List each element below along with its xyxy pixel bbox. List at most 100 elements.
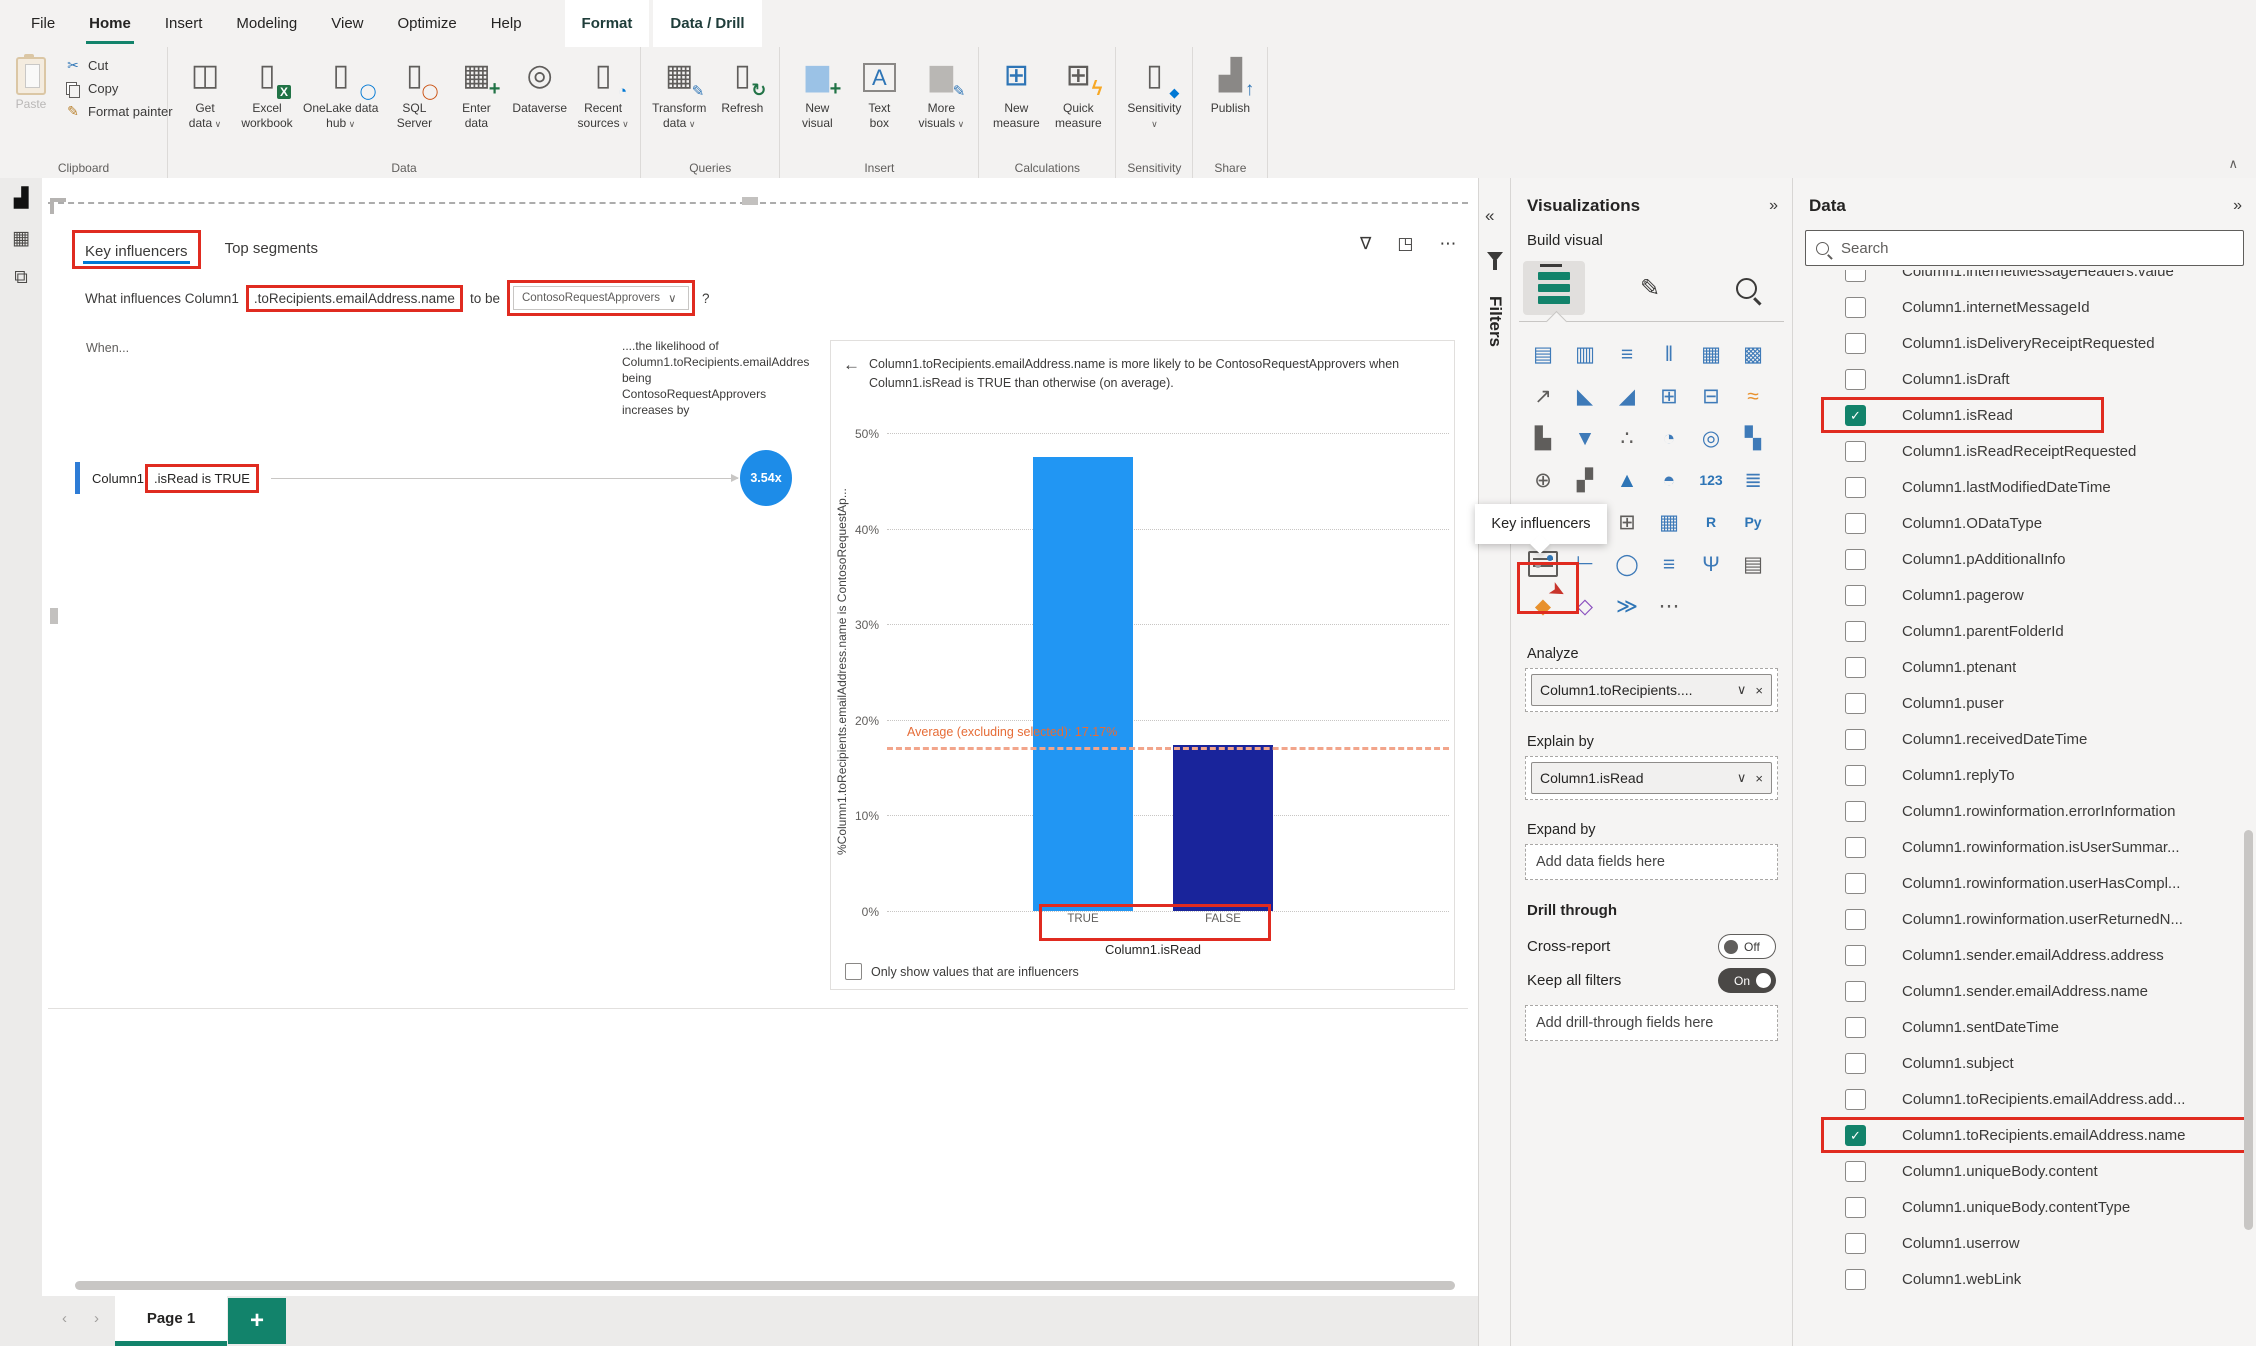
field-row[interactable]: ✓ Column1.toRecipients.emailAddress.name [1793, 1117, 2256, 1153]
paste-button[interactable]: Paste [6, 53, 56, 120]
report-view-icon[interactable]: ▟ [0, 178, 42, 218]
field-checkbox[interactable]: ✓ [1845, 980, 1866, 1002]
ribbon-tab[interactable]: View [314, 0, 380, 47]
stacked-column-chart-icon[interactable]: ▥ [1565, 336, 1605, 372]
ribbon-button[interactable]: Publish [1199, 53, 1261, 116]
field-checkbox[interactable]: ✓ [1845, 368, 1866, 390]
ribbon-chart-icon[interactable]: ≈ [1733, 378, 1773, 414]
field-checkbox[interactable]: ✓ [1845, 944, 1866, 966]
field-row[interactable]: ✓ Column1.userrow [1793, 1225, 2256, 1261]
field-row[interactable]: ✓ Column1.uniqueBody.contentType [1793, 1189, 2256, 1225]
ribbon-tab[interactable]: Insert [148, 0, 220, 47]
expand-by-field-well[interactable]: Add data fields here [1525, 844, 1778, 880]
field-checkbox[interactable]: ✓ [1845, 332, 1866, 354]
collapse-data-pane-icon[interactable]: » [2233, 197, 2242, 215]
field-checkbox[interactable]: ✓ [1845, 1232, 1866, 1254]
field-checkbox[interactable]: ✓ [1845, 1196, 1866, 1218]
model-view-icon[interactable]: ⧉ [0, 258, 42, 298]
matrix-icon[interactable]: ▦ [1649, 504, 1689, 540]
field-checkbox[interactable]: ✓ [1845, 728, 1866, 750]
line-chart-icon[interactable]: ↗ [1523, 378, 1563, 414]
field-row[interactable]: ✓ Column1.sender.emailAddress.name [1793, 973, 2256, 1009]
field-checkbox[interactable]: ✓ [1845, 872, 1866, 894]
expand-filters-icon[interactable]: « [1485, 206, 1494, 226]
ribbon-button[interactable]: Text box [848, 53, 910, 131]
line-stacked-column-chart-icon[interactable]: ⊞ [1649, 378, 1689, 414]
stacked-100-column-chart-icon[interactable]: ▩ [1733, 336, 1773, 372]
field-checkbox[interactable]: ✓ [1845, 836, 1866, 858]
field-row[interactable]: ✓ Column1.sentDateTime [1793, 1009, 2256, 1045]
funnel-chart-icon[interactable]: ▼ [1565, 420, 1605, 456]
field-row[interactable]: ✓ Column1.subject [1793, 1045, 2256, 1081]
paginated-report-icon[interactable]: ▤ [1733, 546, 1773, 582]
qna-icon[interactable]: ◯ [1607, 546, 1647, 582]
field-row[interactable]: ✓ Column1.ptenant [1793, 649, 2256, 685]
filled-map-icon[interactable]: ▞ [1565, 462, 1605, 498]
field-row[interactable]: ✓ Column1.toRecipients.emailAddress.add.… [1793, 1081, 2256, 1117]
field-row[interactable]: ✓ Column1.uniqueBody.content [1793, 1153, 2256, 1189]
add-page-button[interactable]: + [228, 1298, 286, 1344]
bar-false[interactable] [1173, 745, 1273, 911]
ribbon-button[interactable]: Get data [174, 53, 236, 132]
ribbon-button[interactable]: OneLake data hub [298, 53, 383, 132]
stacked-bar-chart-icon[interactable]: ▤ [1523, 336, 1563, 372]
filter-icon[interactable]: ∇ [1360, 234, 1371, 254]
power-automate-icon[interactable]: ≫ [1607, 588, 1647, 624]
field-checkbox[interactable]: ✓ [1845, 1268, 1866, 1290]
visual-resize-handle-left[interactable] [50, 608, 58, 624]
ribbon-tab[interactable]: Optimize [381, 0, 474, 47]
ribbon-button[interactable]: SQL Server [383, 53, 445, 131]
ribbon-button[interactable]: Excel workbook [236, 53, 298, 131]
field-row[interactable]: ✓ Column1.isRead [1793, 397, 2256, 433]
ribbon-contextual-tab[interactable]: Format [564, 0, 650, 47]
treemap-icon[interactable]: ▚ [1733, 420, 1773, 456]
tab-key-influencers[interactable]: Key influencers [72, 230, 201, 269]
field-search-box[interactable] [1805, 230, 2244, 266]
field-checkbox[interactable]: ✓ [1845, 404, 1866, 426]
r-script-icon[interactable]: R [1691, 504, 1731, 540]
ribbon-tab[interactable]: Home [72, 0, 148, 47]
field-row[interactable]: ✓ Column1.ODataType [1793, 505, 2256, 541]
field-row[interactable]: ✓ Column1.internetMessageHeaders.value [1793, 270, 2256, 289]
python-icon[interactable]: Py [1733, 504, 1773, 540]
ribbon-tab[interactable]: Modeling [219, 0, 314, 47]
filters-funnel-icon[interactable] [1487, 252, 1503, 270]
ribbon-contextual-tab[interactable]: Data / Drill [653, 0, 762, 47]
field-checkbox[interactable]: ✓ [1845, 440, 1866, 462]
visual-resize-handle-top[interactable] [742, 197, 758, 205]
target-value-dropdown[interactable]: ContosoRequestApprovers ∨ [512, 286, 689, 310]
azure-map-icon[interactable]: ▲ [1607, 462, 1647, 498]
ribbon-tab[interactable]: File [14, 0, 72, 47]
analyze-field-pill[interactable]: Column1.toRecipients.... ∨ × [1531, 674, 1772, 706]
bar-true[interactable] [1033, 457, 1133, 911]
ribbon-button[interactable]: Sensitivity [1122, 53, 1186, 132]
clustered-column-chart-icon[interactable]: ‖ [1649, 336, 1689, 372]
decomposition-tree-icon[interactable]: ⊢ [1565, 546, 1605, 582]
chevron-down-icon[interactable]: ∨ [1737, 770, 1747, 786]
canvas-horizontal-scrollbar[interactable] [75, 1281, 1455, 1290]
ribbon-tab[interactable]: Help [474, 0, 539, 47]
field-row[interactable]: ✓ Column1.lastModifiedDateTime [1793, 469, 2256, 505]
previous-page-icon[interactable]: ‹ [62, 1310, 67, 1327]
field-row[interactable]: ✓ Column1.rowinformation.isUserSummar... [1793, 829, 2256, 865]
field-row[interactable]: ✓ Column1.pAdditionalInfo [1793, 541, 2256, 577]
ribbon-button[interactable]: More visuals [910, 53, 972, 132]
waterfall-chart-icon[interactable]: ▙ [1523, 420, 1563, 456]
cross-report-toggle[interactable]: Off [1718, 934, 1776, 959]
ribbon-button[interactable]: Quick measure [1047, 53, 1109, 131]
collapse-ribbon-icon[interactable]: ∧ [2228, 156, 2238, 172]
line-clustered-column-chart-icon[interactable]: ⊟ [1691, 378, 1731, 414]
analyze-field-well[interactable]: Column1.toRecipients.... ∨ × [1525, 668, 1778, 712]
field-row[interactable]: ✓ Column1.webLink [1793, 1261, 2256, 1297]
field-checkbox[interactable]: ✓ [1845, 1124, 1866, 1146]
field-row[interactable]: ✓ Column1.parentFolderId [1793, 613, 2256, 649]
explain-by-field-pill[interactable]: Column1.isRead ∨ × [1531, 762, 1772, 794]
more-visuals-dots-icon[interactable]: ⋯ [1649, 588, 1689, 624]
clipboard-button[interactable]: Cut [64, 57, 173, 74]
build-visual-tab[interactable] [1523, 261, 1585, 315]
data-pane-scrollbar[interactable] [2244, 830, 2253, 1230]
field-checkbox[interactable]: ✓ [1845, 800, 1866, 822]
more-options-icon[interactable]: ⋯ [1439, 234, 1456, 254]
field-row[interactable]: ✓ Column1.receivedDateTime [1793, 721, 2256, 757]
page-tab[interactable]: Page 1 [115, 1296, 227, 1346]
